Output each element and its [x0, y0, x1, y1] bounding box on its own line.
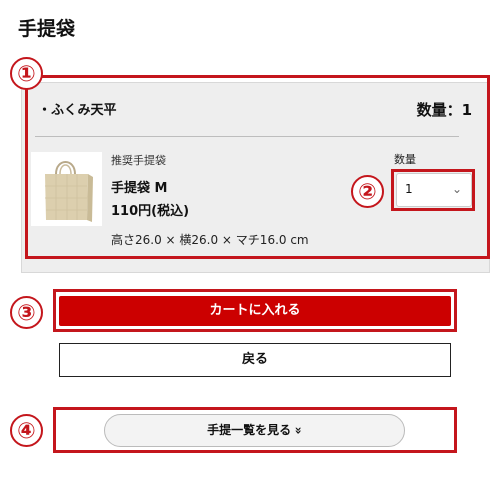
back-button[interactable]: 戻る [59, 343, 451, 377]
callout-number-1: ① [10, 57, 43, 90]
divider [35, 136, 459, 137]
quantity-label: 数量 [394, 153, 416, 166]
add-to-cart-button[interactable]: カートに入れる [59, 296, 451, 326]
callout-number-3: ③ [10, 296, 43, 329]
shop-name: ・ふくみ天平 [38, 103, 117, 118]
product-price: 110円(税込) [111, 204, 190, 219]
page-title: 手提袋 [18, 18, 76, 40]
chevron-down-icon: ⌄ [451, 182, 462, 196]
callout-number-4: ④ [10, 414, 43, 447]
quantity-value: 1 [405, 182, 413, 196]
paper-bag-icon [31, 152, 102, 226]
view-list-button[interactable]: 手提一覧を見る» [104, 414, 405, 447]
callout-number-2: ② [351, 175, 384, 208]
item-category: 推奨手提袋 [111, 154, 166, 167]
view-list-label: 手提一覧を見る [207, 423, 292, 437]
quantity-select[interactable]: 1 ⌄ [396, 173, 472, 207]
quantity-total: 数量：1 [416, 101, 472, 119]
product-name: 手提袋 M [111, 181, 168, 196]
product-dimensions: 高さ26.0 × 横26.0 × マチ16.0 cm [111, 233, 309, 247]
double-chevron-down-icon: » [291, 426, 306, 435]
